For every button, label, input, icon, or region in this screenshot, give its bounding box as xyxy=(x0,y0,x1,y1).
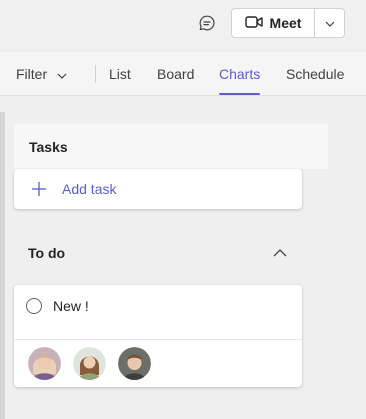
chevron-down-icon xyxy=(57,66,67,82)
top-bar: Meet xyxy=(0,0,366,52)
meet-button[interactable]: Meet xyxy=(232,9,315,37)
filter-label: Filter xyxy=(16,66,48,82)
add-task-button[interactable]: Add task xyxy=(14,169,302,209)
tab-bar: Filter List Board Charts Schedule xyxy=(0,52,366,96)
scroll-rail[interactable] xyxy=(0,112,5,419)
add-task-label: Add task xyxy=(62,181,117,197)
plus-icon xyxy=(30,180,48,198)
meet-dropdown-button[interactable] xyxy=(315,9,344,37)
tab-divider xyxy=(95,65,96,83)
chat-icon[interactable] xyxy=(196,12,218,34)
bucket-header: To do xyxy=(28,238,290,268)
chevron-up-icon[interactable] xyxy=(270,243,290,263)
bucket-title: To do xyxy=(28,245,66,261)
avatar[interactable] xyxy=(118,347,151,380)
filter-button[interactable]: Filter xyxy=(16,52,67,96)
task-complete-checkbox[interactable] xyxy=(26,298,42,314)
tab-charts[interactable]: Charts xyxy=(219,52,261,95)
avatar[interactable] xyxy=(73,347,106,380)
avatar[interactable] xyxy=(28,347,61,380)
task-row: New ! xyxy=(14,285,302,327)
task-name: New ! xyxy=(53,298,89,314)
tab-schedule[interactable]: Schedule xyxy=(286,52,344,95)
divider xyxy=(14,339,302,340)
chevron-down-icon xyxy=(325,14,335,32)
tasks-header: Tasks xyxy=(14,124,328,169)
meet-button-group: Meet xyxy=(231,8,345,38)
assignee-list xyxy=(28,347,151,380)
tab-list[interactable]: List xyxy=(109,52,131,95)
task-card[interactable]: New ! xyxy=(14,285,302,387)
tab-board[interactable]: Board xyxy=(157,52,194,95)
meet-label: Meet xyxy=(269,15,302,31)
video-camera-icon xyxy=(244,15,263,32)
